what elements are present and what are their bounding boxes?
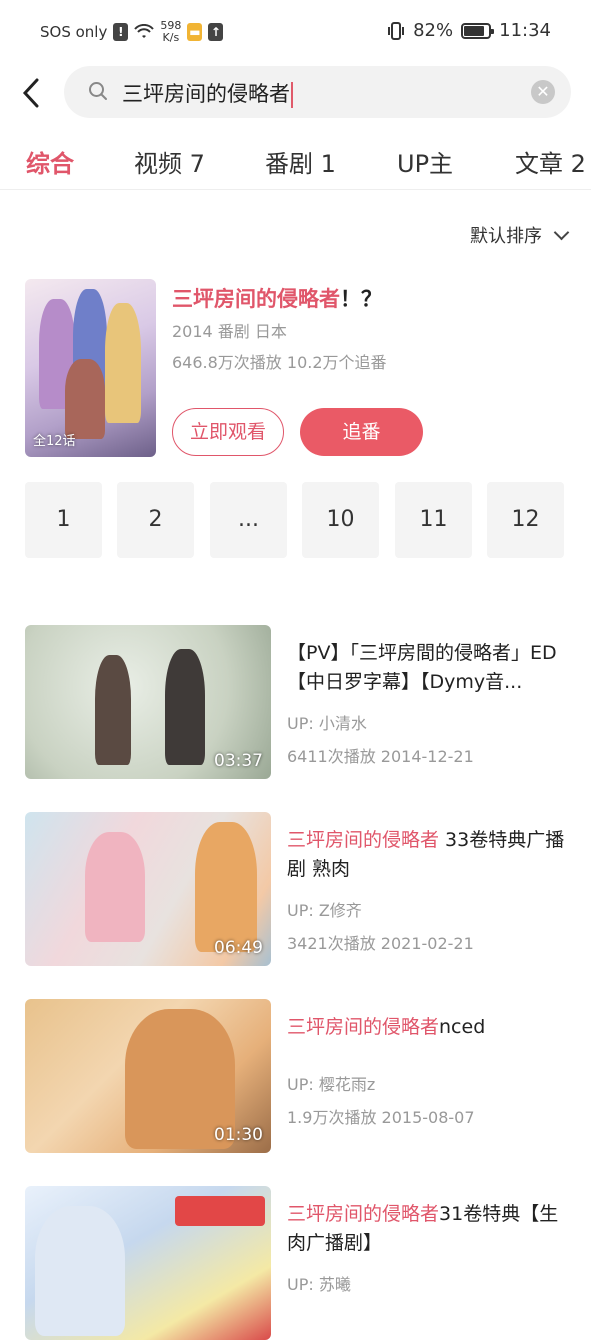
result-tabs: 综合 视频 7 番剧 1 UP主 文章 2 (0, 134, 591, 190)
battery-percent: 82% (413, 20, 454, 41)
back-button[interactable] (16, 76, 46, 110)
video-stats: 6411次播放 2014-12-21 (287, 747, 474, 766)
episode-more-button[interactable]: ... (210, 482, 287, 558)
tab-video[interactable]: 视频 7 (134, 144, 205, 179)
tab-all[interactable]: 综合 (26, 144, 74, 179)
title-highlight: 三坪房间的侵略者 (172, 287, 340, 311)
bangumi-meta: 2014 番剧 日本 (172, 322, 287, 341)
title-rest: nced (439, 1016, 486, 1038)
video-uploader[interactable]: UP: Z修齐 (287, 897, 362, 921)
title-highlight: 三坪房间的侵略者 (287, 1203, 440, 1225)
search-icon (89, 82, 107, 100)
network-speed: 598 K/s (160, 20, 181, 44)
video-title[interactable]: 三坪房间的侵略者31卷特典【生肉广播剧】 (287, 1200, 569, 1258)
video-stats: 3421次播放 2021-02-21 (287, 934, 474, 953)
search-query: 三坪房间的侵略者 (122, 82, 290, 106)
video-uploader[interactable]: UP: 樱花雨z (287, 1071, 375, 1095)
video-thumbnail[interactable]: 01:30 (25, 999, 271, 1153)
video-thumbnail[interactable]: 03:37 (25, 625, 271, 779)
search-input[interactable]: 三坪房间的侵略者 (122, 78, 293, 108)
video-item[interactable]: 06:49 三坪房间的侵略者 33卷特典广播剧 熟肉 UP: Z修齐 3421次… (25, 812, 570, 966)
video-uploader[interactable]: UP: 小清水 (287, 710, 367, 734)
carrier-text: SOS only (40, 23, 108, 41)
video-thumbnail[interactable] (25, 1186, 271, 1340)
bangumi-stats: 646.8万次播放 10.2万个追番 (172, 353, 387, 372)
bangumi-title[interactable]: 三坪房间的侵略者！？ (172, 283, 382, 313)
status-bar: SOS only ! 598 K/s ▬ ↑ 82% 11:34 (0, 0, 591, 66)
search-bar[interactable]: 三坪房间的侵略者 ✕ (64, 66, 571, 118)
notification-icon: ▬ (187, 23, 203, 41)
thumb-figure (195, 822, 257, 952)
video-duration: 03:37 (214, 751, 263, 771)
watch-now-button[interactable]: 立即观看 (172, 408, 284, 456)
thumb-figure (95, 655, 131, 765)
status-left: SOS only ! 598 K/s ▬ ↑ (40, 20, 224, 44)
video-stats: 1.9万次播放 2015-08-07 (287, 1108, 475, 1127)
episode-button[interactable]: 11 (395, 482, 472, 558)
thumb-banner (175, 1196, 265, 1226)
episode-button[interactable]: 12 (487, 482, 564, 558)
status-right: 82% 11:34 (387, 20, 551, 41)
video-duration: 01:30 (214, 1125, 263, 1145)
back-arrow-icon (22, 78, 39, 108)
video-item[interactable]: 三坪房间的侵略者31卷特典【生肉广播剧】 UP: 苏曦 (25, 1186, 570, 1340)
battery-level (464, 25, 485, 36)
upload-icon: ↑ (208, 23, 224, 41)
follow-bangumi-button[interactable]: 追番 (300, 408, 423, 456)
video-title[interactable]: 三坪房间的侵略者 33卷特典广播剧 熟肉 (287, 826, 569, 884)
sort-label: 默认排序 (470, 226, 542, 247)
episode-button[interactable]: 1 (25, 482, 102, 558)
title-highlight: 三坪房间的侵略者 (287, 1016, 440, 1038)
video-item[interactable]: 03:37 【PV】「三坪房間的侵略者」ED【中日罗字幕】【Dymy音... U… (25, 625, 570, 779)
video-item[interactable]: 01:30 三坪房间的侵略者nced UP: 樱花雨z 1.9万次播放 2015… (25, 999, 570, 1153)
video-duration: 06:49 (214, 938, 263, 958)
cover-figure (105, 303, 141, 423)
tab-article[interactable]: 文章 2 (515, 144, 586, 179)
video-title[interactable]: 三坪房间的侵略者nced (287, 1013, 569, 1042)
episode-button[interactable]: 10 (302, 482, 379, 558)
vibrate-icon (388, 21, 405, 40)
text-caret (291, 82, 293, 108)
bangumi-cover[interactable]: 全12话 (25, 279, 156, 457)
tab-bangumi[interactable]: 番剧 1 (265, 144, 336, 179)
tab-up[interactable]: UP主 (397, 144, 453, 179)
speed-unit: K/s (162, 31, 180, 44)
close-icon: ✕ (536, 82, 550, 101)
clock: 11:34 (499, 20, 551, 41)
clear-search-button[interactable]: ✕ (531, 80, 555, 104)
video-title[interactable]: 【PV】「三坪房間的侵略者」ED【中日罗字幕】【Dymy音... (287, 639, 569, 697)
episode-count-badge: 全12话 (33, 434, 76, 449)
wifi-icon (134, 24, 155, 38)
title-highlight: 三坪房间的侵略者 (287, 829, 440, 851)
alert-icon: ! (113, 23, 129, 41)
video-uploader[interactable]: UP: 苏曦 (287, 1271, 351, 1295)
title-rest: 【PV】「三坪房間的侵略者」ED【中日罗字幕】【Dymy音... (287, 642, 557, 693)
search-header: 三坪房间的侵略者 ✕ (0, 66, 591, 120)
episode-button[interactable]: 2 (117, 482, 194, 558)
thumb-figure (165, 649, 205, 765)
cover-figure (65, 359, 105, 439)
video-thumbnail[interactable]: 06:49 (25, 812, 271, 966)
thumb-figure (35, 1206, 125, 1336)
chevron-down-icon (553, 224, 570, 240)
thumb-figure (85, 832, 145, 942)
title-rest: ！？ (340, 287, 382, 311)
sort-dropdown[interactable]: 默认排序 (470, 222, 570, 248)
episode-list: 1 2 ... 10 11 12 (25, 482, 565, 558)
battery-icon (461, 22, 495, 39)
